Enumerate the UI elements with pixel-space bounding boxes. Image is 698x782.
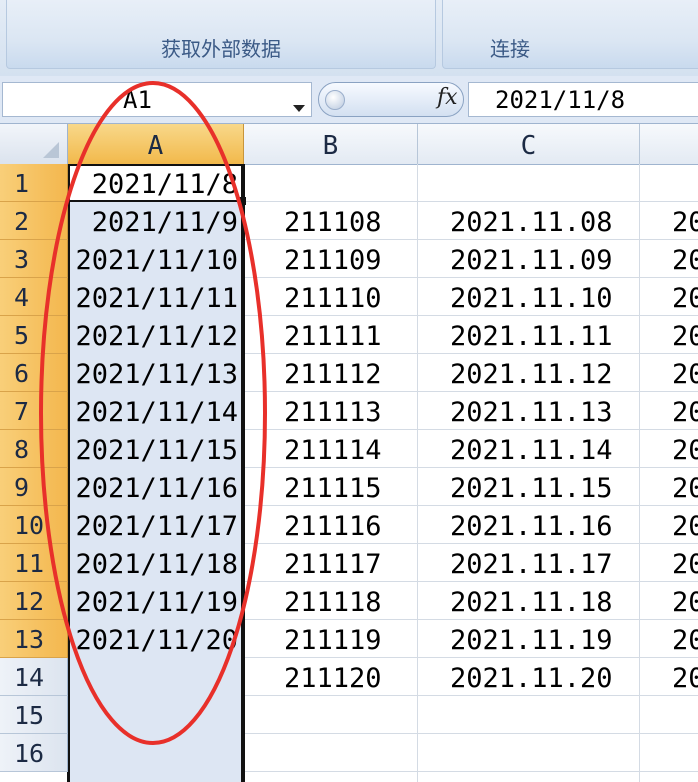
row-header-13[interactable]: 13 <box>0 620 68 658</box>
row-header-1[interactable]: 1 <box>0 164 68 202</box>
cell-a12[interactable]: 2021/11/19 <box>72 582 238 620</box>
formula-bar: A1 fx 2021/11/8 <box>0 76 698 124</box>
ribbon-group-connections[interactable]: 连接 <box>442 0 698 69</box>
row-header-7[interactable]: 7 <box>0 392 68 430</box>
cell-d13[interactable]: 20 <box>672 620 698 658</box>
cell-d12[interactable]: 20 <box>672 582 698 620</box>
cell-c7[interactable]: 2021.11.13 <box>450 392 640 430</box>
cell-a11[interactable]: 2021/11/18 <box>72 544 238 582</box>
cell-c5[interactable]: 2021.11.11 <box>450 316 640 354</box>
cell-b3[interactable]: 211109 <box>284 240 414 278</box>
cell-b10[interactable]: 211116 <box>284 506 414 544</box>
row-header-8[interactable]: 8 <box>0 430 68 468</box>
ribbon-group-label: 连接 <box>490 37 530 61</box>
cell-d11[interactable]: 20 <box>672 544 698 582</box>
cell-b7[interactable]: 211113 <box>284 392 414 430</box>
cell-c8[interactable]: 2021.11.14 <box>450 430 640 468</box>
cell-c6[interactable]: 2021.11.12 <box>450 354 640 392</box>
column-header-b[interactable]: B <box>244 124 418 164</box>
cell-d9[interactable]: 20 <box>672 468 698 506</box>
column-header-d[interactable] <box>640 124 698 164</box>
name-box-value: A1 <box>123 86 152 114</box>
formula-bar-splitter[interactable]: fx <box>318 82 464 117</box>
row-header-9[interactable]: 9 <box>0 468 68 506</box>
name-box[interactable]: A1 <box>2 82 312 117</box>
cell-b6[interactable]: 211112 <box>284 354 414 392</box>
cell-a10[interactable]: 2021/11/17 <box>72 506 238 544</box>
row-header-10[interactable]: 10 <box>0 506 68 544</box>
cell-d10[interactable]: 20 <box>672 506 698 544</box>
cell-b9[interactable]: 211115 <box>284 468 414 506</box>
row-header-16[interactable]: 16 <box>0 734 68 772</box>
insert-function-icon[interactable]: fx <box>437 85 458 110</box>
row-header-12[interactable]: 12 <box>0 582 68 620</box>
cell-a6[interactable]: 2021/11/13 <box>72 354 238 392</box>
select-all-button[interactable] <box>0 124 68 164</box>
cell-b8[interactable]: 211114 <box>284 430 414 468</box>
row-header-2[interactable]: 2 <box>0 202 68 240</box>
cell-a8[interactable]: 2021/11/15 <box>72 430 238 468</box>
ribbon: 获取外部数据 连接 <box>0 0 698 77</box>
cell-b12[interactable]: 211118 <box>284 582 414 620</box>
cell-b5[interactable]: 211111 <box>284 316 414 354</box>
cell-d6[interactable]: 20 <box>672 354 698 392</box>
cell-c11[interactable]: 2021.11.17 <box>450 544 640 582</box>
cell-c12[interactable]: 2021.11.18 <box>450 582 640 620</box>
cell-c4[interactable]: 2021.11.10 <box>450 278 640 316</box>
column-header-c[interactable]: C <box>418 124 640 164</box>
cell-d7[interactable]: 20 <box>672 392 698 430</box>
ribbon-group-label: 获取外部数据 <box>161 37 281 61</box>
row-header-5[interactable]: 5 <box>0 316 68 354</box>
row-header-6[interactable]: 6 <box>0 354 68 392</box>
cell-d8[interactable]: 20 <box>672 430 698 468</box>
cell-d5[interactable]: 20 <box>672 316 698 354</box>
formula-input[interactable]: 2021/11/8 <box>468 82 698 117</box>
row-header-15[interactable]: 15 <box>0 696 68 734</box>
cell-c14[interactable]: 2021.11.20 <box>450 658 640 696</box>
chevron-down-icon[interactable] <box>293 105 305 112</box>
cell-a3[interactable]: 2021/11/10 <box>72 240 238 278</box>
cell-a5[interactable]: 2021/11/12 <box>72 316 238 354</box>
column-header-a[interactable]: A <box>68 124 244 164</box>
fill-handle[interactable] <box>238 197 246 205</box>
cell-c10[interactable]: 2021.11.16 <box>450 506 640 544</box>
resize-handle-icon[interactable] <box>325 90 345 110</box>
cell-c3[interactable]: 2021.11.09 <box>450 240 640 278</box>
cell-c13[interactable]: 2021.11.19 <box>450 620 640 658</box>
selection-border <box>241 164 245 782</box>
row-header-11[interactable]: 11 <box>0 544 68 582</box>
cell-a2[interactable]: 2021/11/9 <box>72 202 238 240</box>
cell-d2[interactable]: 20 <box>672 202 698 240</box>
cell-d4[interactable]: 20 <box>672 278 698 316</box>
cell-a1[interactable]: 2021/11/8 <box>72 164 238 202</box>
cell-a4[interactable]: 2021/11/11 <box>72 278 238 316</box>
formula-value: 2021/11/8 <box>495 86 626 114</box>
cell-a9[interactable]: 2021/11/16 <box>72 468 238 506</box>
cell-d3[interactable]: 20 <box>672 240 698 278</box>
cell-c9[interactable]: 2021.11.15 <box>450 468 640 506</box>
row-header-14[interactable]: 14 <box>0 658 68 696</box>
cell-b2[interactable]: 211108 <box>284 202 414 240</box>
cell-b13[interactable]: 211119 <box>284 620 414 658</box>
ribbon-group-get-external-data[interactable]: 获取外部数据 <box>6 0 436 69</box>
select-all-triangle-icon <box>43 142 59 158</box>
row-header-4[interactable]: 4 <box>0 278 68 316</box>
cell-a13[interactable]: 2021/11/20 <box>72 620 238 658</box>
row-header-3[interactable]: 3 <box>0 240 68 278</box>
cell-b14[interactable]: 211120 <box>284 658 414 696</box>
cell-c2[interactable]: 2021.11.08 <box>450 202 640 240</box>
cell-d14[interactable]: 20 <box>672 658 698 696</box>
cell-b4[interactable]: 211110 <box>284 278 414 316</box>
cell-a7[interactable]: 2021/11/14 <box>72 392 238 430</box>
cell-b11[interactable]: 211117 <box>284 544 414 582</box>
